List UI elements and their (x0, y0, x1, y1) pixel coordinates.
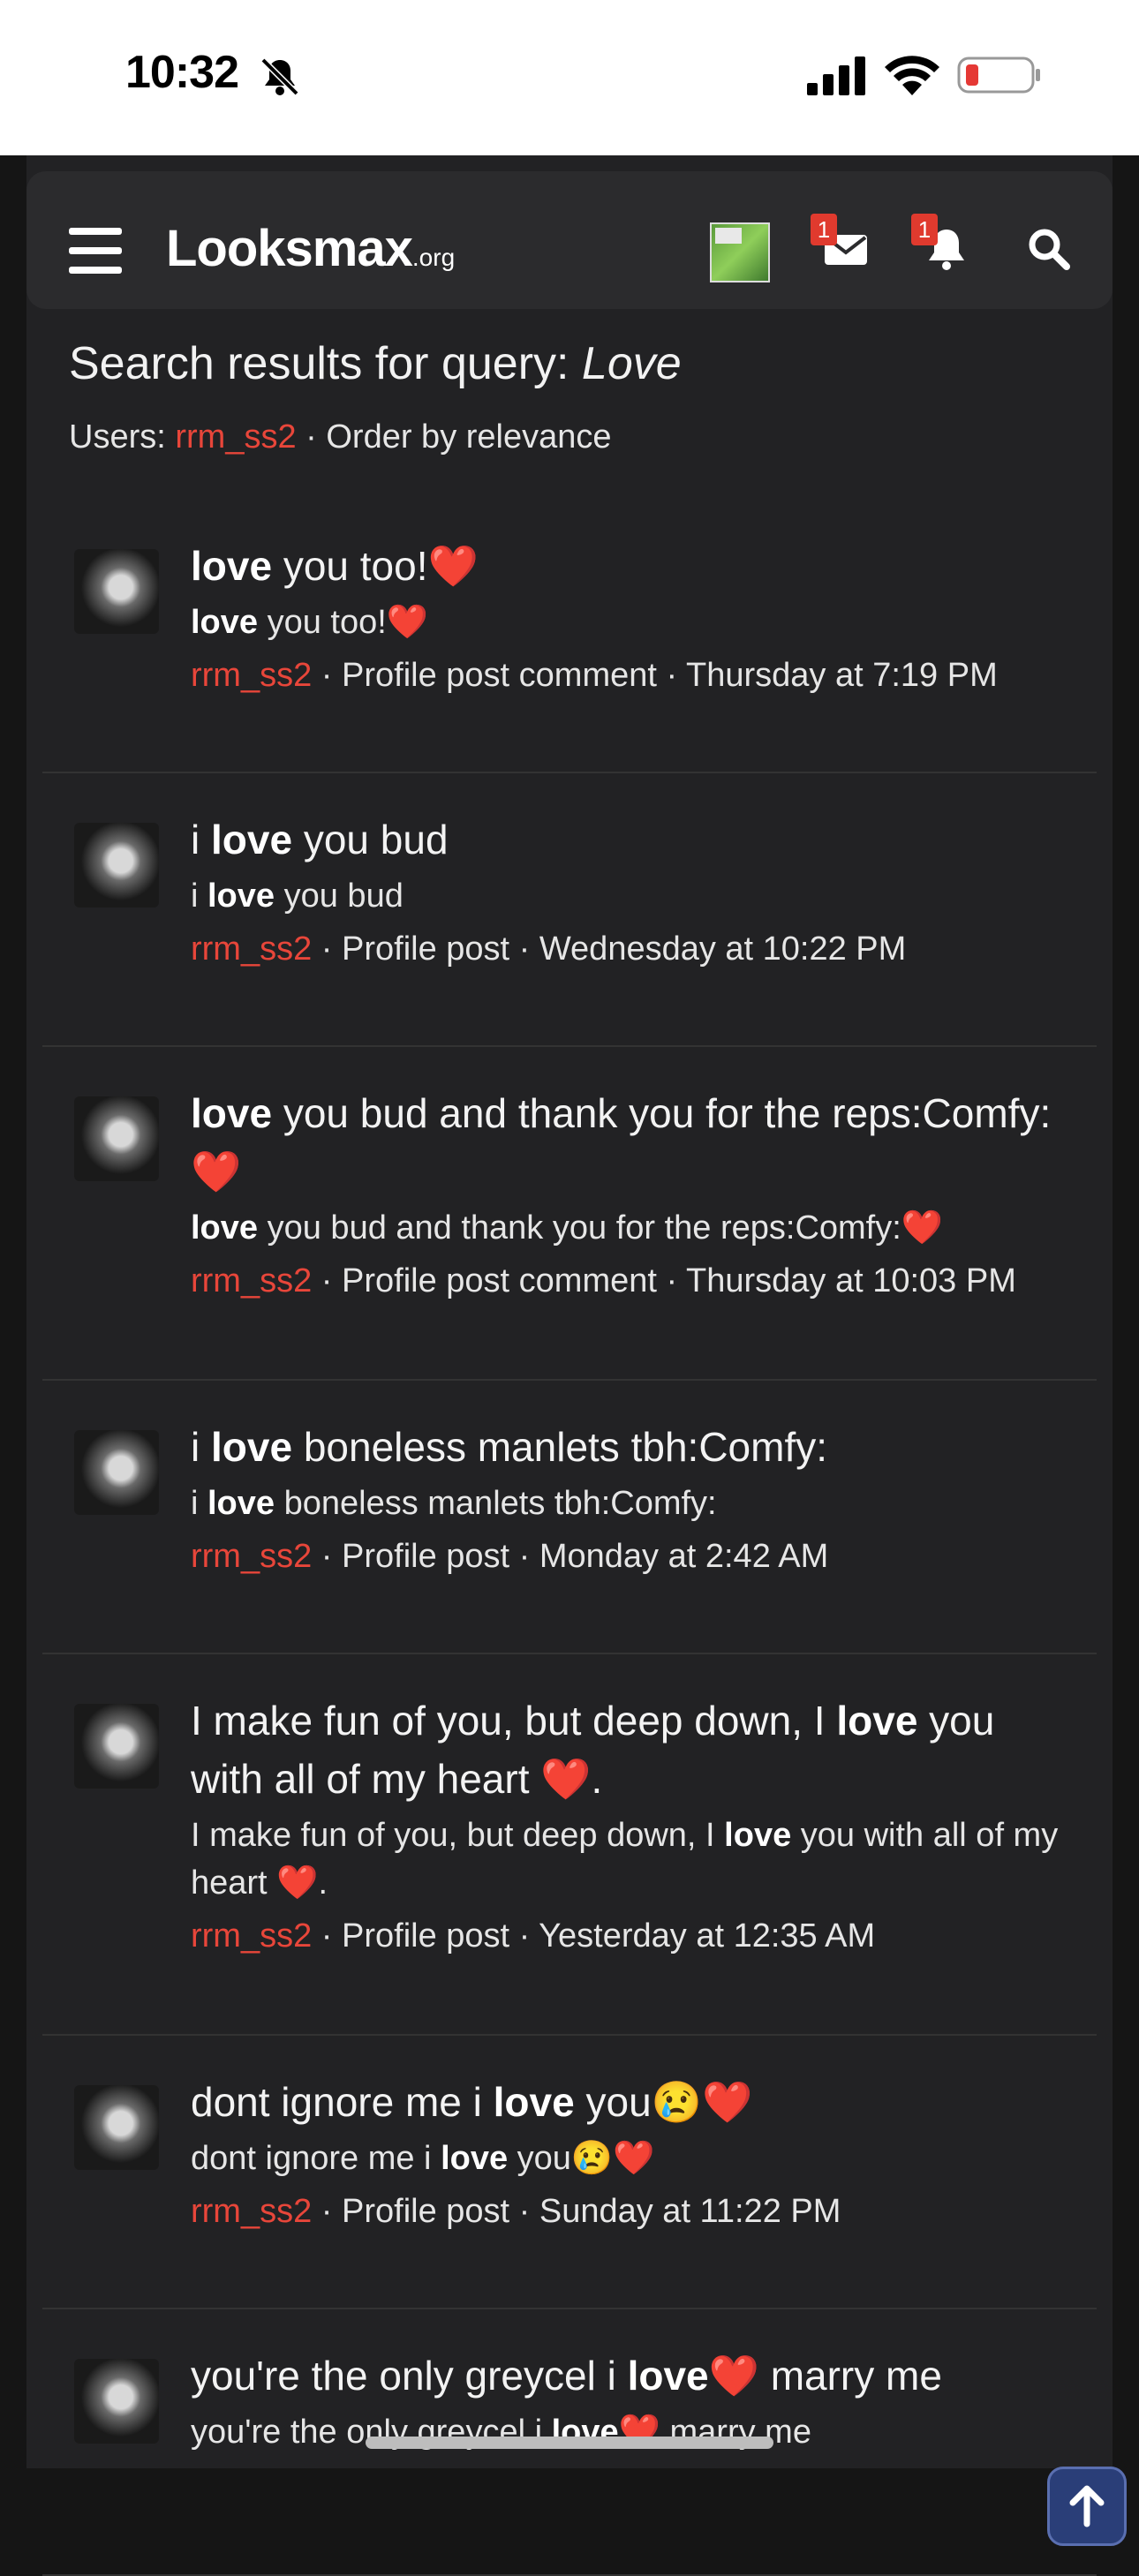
result-snippet: i love boneless manlets tbh:Comfy: (191, 1485, 717, 1522)
result-meta: rrm_ss2 · Profile post · Monday at 2:42 … (191, 1538, 829, 1575)
result-avatar[interactable] (74, 1704, 159, 1789)
alerts-button[interactable]: 1 (911, 214, 971, 274)
menu-icon[interactable] (69, 228, 122, 274)
result-snippet: love you too!❤️ (191, 604, 429, 641)
heart-emoji: ❤️ (540, 1756, 592, 1802)
result-snippet: love you bud and thank you for the reps:… (191, 1209, 944, 1247)
search-results-list: love you too!❤️ love you too!❤️ rrm_ss2 · … (42, 500, 1097, 2576)
order-by-link[interactable]: · Order by relevance (297, 418, 611, 456)
search-filters: Users: rrm_ss2 · Order by relevance (69, 418, 612, 456)
heart-emoji: ❤️ (701, 2079, 753, 2125)
result-meta: rrm_ss2 · Profile post · Yesterday at 12… (191, 1917, 876, 1955)
highlight-term: love (191, 604, 259, 641)
heart-emoji: ❤️ (191, 1149, 242, 1194)
search-button[interactable] (1024, 224, 1074, 274)
search-result-item[interactable]: dont ignore me i love you😢❤️ dont ignore … (42, 2036, 1097, 2309)
search-result-item[interactable]: love you too!❤️ love you too!❤️ rrm_ss2 · … (42, 500, 1097, 773)
highlight-term: love (836, 1698, 918, 1744)
result-user-link[interactable]: rrm_ss2 (191, 1917, 312, 1955)
alerts-badge: 1 (911, 214, 938, 245)
search-query: Love (581, 338, 682, 389)
highlight-term: love (191, 1209, 259, 1247)
highlight-term: love (724, 1817, 792, 1854)
heart-emoji: ❤️ (427, 543, 479, 589)
result-avatar[interactable] (74, 549, 159, 634)
status-time: 10:32 (125, 47, 239, 98)
result-title[interactable]: i love you bud (191, 810, 1074, 869)
result-title[interactable]: I make fun of you, but deep down, I love… (191, 1691, 1074, 1808)
heart-emoji: ❤️ (708, 2353, 759, 2399)
highlight-term: love (191, 1090, 273, 1136)
highlight-term: love (207, 877, 275, 915)
result-user-link[interactable]: rrm_ss2 (191, 930, 312, 968)
result-avatar[interactable] (74, 2085, 159, 2170)
heart-emoji: ❤️ (386, 604, 429, 641)
search-result-item[interactable]: I make fun of you, but deep down, I love… (42, 1654, 1097, 2036)
result-avatar[interactable] (74, 1430, 159, 1515)
page: Looksmax.org 1 1 Search results for quer… (26, 155, 1127, 2576)
cellular-signal-icon (807, 56, 865, 95)
highlight-term: love (493, 2079, 575, 2125)
scroll-to-top-button[interactable] (1047, 2467, 1127, 2546)
result-avatar[interactable] (74, 823, 159, 908)
result-meta: rrm_ss2 · Profile post · Wednesday at 10… (191, 930, 907, 968)
result-user-link[interactable]: rrm_ss2 (191, 657, 312, 694)
battery-low-icon (957, 56, 1040, 94)
result-title[interactable]: i love boneless manlets tbh:Comfy: (191, 1418, 1074, 1476)
site-logo[interactable]: Looksmax.org (166, 219, 455, 278)
search-icon (1029, 229, 1070, 270)
result-user-link[interactable]: rrm_ss2 (191, 1538, 312, 1575)
messages-button[interactable]: 1 (811, 214, 871, 274)
result-user-link[interactable]: rrm_ss2 (191, 1262, 312, 1299)
result-snippet: i love you bud (191, 877, 404, 915)
search-result-item[interactable]: love you bud and thank you for the reps:… (42, 1047, 1097, 1381)
highlight-term: love (441, 2140, 509, 2177)
highlight-term: love (207, 1485, 275, 1522)
result-title[interactable]: love you too!❤️ (191, 537, 1074, 595)
home-indicator (366, 2437, 773, 2449)
messages-badge: 1 (811, 214, 837, 245)
page-title: Search results for query: Love (69, 338, 682, 389)
result-snippet: dont ignore me i love you😢❤️ (191, 2140, 655, 2177)
status-bar: 10:32 (0, 0, 1139, 155)
heart-emoji: ❤️ (276, 1864, 319, 1902)
highlight-term: love (191, 543, 273, 589)
highlight-term: love (211, 817, 293, 862)
highlight-term: love (211, 1424, 293, 1470)
heart-emoji: ❤️ (613, 2140, 655, 2177)
filter-user-link[interactable]: rrm_ss2 (175, 418, 296, 456)
highlight-term: love (627, 2353, 709, 2399)
result-user-link[interactable]: rrm_ss2 (191, 2193, 312, 2230)
result-title[interactable]: dont ignore me i love you😢❤️ (191, 2073, 1074, 2131)
result-snippet: I make fun of you, but deep down, I love… (191, 1817, 1059, 1902)
top-navbar: Looksmax.org 1 1 (26, 171, 1113, 309)
result-meta: rrm_ss2 · Profile post comment · Thursda… (191, 1262, 1016, 1299)
user-avatar[interactable] (710, 222, 770, 282)
result-avatar[interactable] (74, 2359, 159, 2444)
result-title[interactable]: love you bud and thank you for the reps:… (191, 1084, 1074, 1201)
result-meta: rrm_ss2 · Profile post comment · Thursda… (191, 657, 998, 694)
result-avatar[interactable] (74, 1096, 159, 1181)
heart-emoji: ❤️ (901, 1209, 944, 1247)
search-result-item[interactable]: i love you bud i love you bud rrm_ss2 · Pr… (42, 773, 1097, 1047)
bell-muted-icon (260, 57, 299, 96)
result-meta: rrm_ss2 · Profile post · Sunday at 11:22… (191, 2193, 841, 2230)
search-result-item[interactable]: i love boneless manlets tbh:Comfy: i love… (42, 1381, 1097, 1654)
result-title[interactable]: you're the only greycel i love❤️ marry m… (191, 2346, 1074, 2405)
arrow-up-icon (1069, 2485, 1105, 2527)
wifi-icon (885, 56, 939, 95)
